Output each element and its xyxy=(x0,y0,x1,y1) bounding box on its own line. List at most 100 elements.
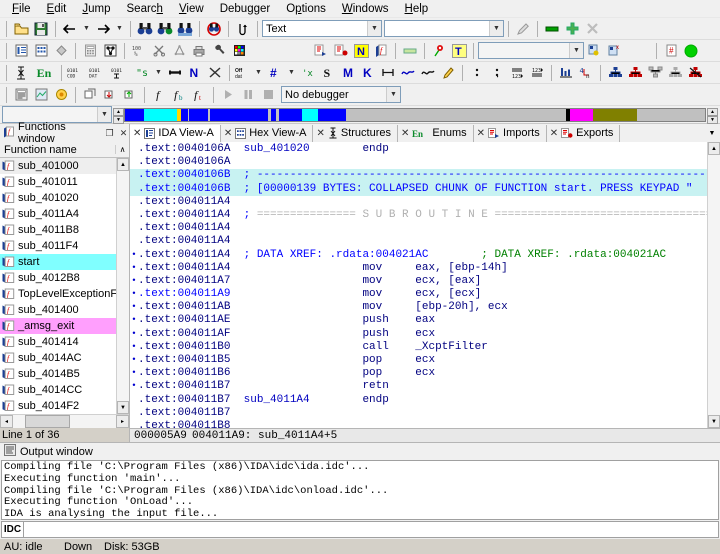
function-list-item[interactable]: f sub_401020 xyxy=(0,190,116,206)
disassembly-line[interactable]: • .text:004011B5 pop ecx xyxy=(130,354,707,367)
text-view-icon[interactable]: T xyxy=(449,41,469,60)
offset-dropdown-icon[interactable]: ▼ xyxy=(252,63,265,82)
disassembly-line[interactable]: • .text:004011A4 ; DATA XREF: .rdata:0040… xyxy=(130,249,707,262)
close-icon[interactable]: ✕ xyxy=(401,128,409,139)
chevron-down-icon[interactable]: ▼ xyxy=(386,87,400,102)
output-log[interactable]: Compiling file 'C:\Program Files (x86)\I… xyxy=(1,460,719,520)
spin-up-icon[interactable]: ▲ xyxy=(113,107,124,116)
sort-indicator-icon[interactable]: ∧ xyxy=(115,145,129,154)
search-binoculars-blue-icon[interactable] xyxy=(135,19,155,38)
step-out-icon[interactable] xyxy=(120,85,140,104)
code-bytes-icon[interactable]: 0101 COD xyxy=(66,63,88,82)
jump-to-icon[interactable] xyxy=(233,19,253,38)
xrefs-tree-gray-icon[interactable] xyxy=(665,63,685,82)
stack-frame-icon[interactable] xyxy=(556,63,576,82)
menu-help[interactable]: Help xyxy=(397,1,437,17)
structure-tower-icon[interactable] xyxy=(11,63,31,82)
menu-options[interactable]: Options xyxy=(278,1,334,17)
signatures-apply-icon[interactable]: x xyxy=(604,41,624,60)
tab-enums[interactable]: ✕ En Enums xyxy=(398,124,474,142)
tab-hex-view-a[interactable]: ✕ Hex View-A xyxy=(221,124,314,142)
language-en-label[interactable]: En xyxy=(31,63,57,82)
disassembly-line[interactable]: • .text:004011A9 mov ecx, [ecx] xyxy=(130,288,707,301)
names-window-icon[interactable]: N xyxy=(351,41,371,60)
navband-segment[interactable] xyxy=(125,108,144,121)
disassembly-line[interactable]: .text:0040106B ; [00000139 BYTES: COLLAP… xyxy=(130,182,707,196)
tab-list-dropdown-icon[interactable]: ▼ xyxy=(704,124,720,142)
struct-bytes-icon[interactable]: 0101 xyxy=(110,63,132,82)
scroll-right-icon[interactable]: ▸ xyxy=(116,415,129,428)
function-list-item[interactable]: f sub_4014B5 xyxy=(0,366,116,382)
sign-wave-icon[interactable] xyxy=(398,63,418,82)
script-file-icon[interactable]: # xyxy=(661,41,681,60)
bitwise-not-icon[interactable] xyxy=(418,63,438,82)
disassembly-view[interactable]: .text:0040106A sub_401020 endp .text:004… xyxy=(130,142,707,428)
call-tree-icon[interactable] xyxy=(169,41,189,60)
debugger-select-combo[interactable]: No debugger ▼ xyxy=(281,86,401,103)
array-icon[interactable] xyxy=(378,63,398,82)
graph-view-icon[interactable] xyxy=(100,41,120,60)
menu-edit[interactable]: Edit xyxy=(39,1,75,17)
tracing-icon[interactable] xyxy=(51,85,71,104)
search-type-combo[interactable]: Text ▼ xyxy=(262,20,382,37)
strings-flower-icon[interactable] xyxy=(429,41,449,60)
disassembly-line[interactable]: .text:004011A4 ; =============== S U B R… xyxy=(130,209,707,222)
search-binoculars-hex-icon[interactable] xyxy=(175,19,195,38)
function-f-icon[interactable]: f xyxy=(149,85,169,104)
tab-imports[interactable]: ✕ Imports xyxy=(474,124,547,142)
stop-icon[interactable] xyxy=(258,85,278,104)
navband-segment[interactable] xyxy=(302,108,318,121)
function-list-item[interactable]: f sub_401000 xyxy=(0,158,116,174)
menu-debugger[interactable]: Debugger xyxy=(212,1,279,17)
functions-window-tab[interactable]: f Functions window ❐ ✕ xyxy=(0,121,130,145)
navband-segment[interactable] xyxy=(593,108,638,121)
calculator-icon[interactable] xyxy=(80,41,100,60)
function-f-teal-icon[interactable]: fb xyxy=(169,85,189,104)
navband-segment[interactable] xyxy=(210,108,268,121)
segments-icon[interactable] xyxy=(400,41,420,60)
structures-toolbar-icon[interactable] xyxy=(51,41,71,60)
disassembly-line[interactable]: .text:0040106B ; -----------------------… xyxy=(130,169,707,183)
navband-segment[interactable] xyxy=(569,108,594,121)
scroll-down-icon[interactable]: ▼ xyxy=(117,401,129,414)
navband-segment[interactable] xyxy=(317,108,347,121)
function-list-item[interactable]: f sub_4014CC xyxy=(0,382,116,398)
chevron-down-icon[interactable]: ▼ xyxy=(97,107,111,122)
wrench-icon[interactable] xyxy=(209,41,229,60)
navband-segment[interactable] xyxy=(346,108,567,121)
close-icon[interactable]: ✕ xyxy=(118,128,129,139)
menu-jump[interactable]: Jump xyxy=(74,1,118,17)
disassembly-line[interactable]: • .text:004011A4 mov eax, [ebp-14h] xyxy=(130,262,707,275)
navband-segment[interactable] xyxy=(637,108,705,121)
navigation-band[interactable] xyxy=(124,107,706,122)
offset-icon[interactable]: Off dat xyxy=(234,63,252,82)
close-icon[interactable]: ✕ xyxy=(477,128,485,139)
scroll-down-icon[interactable]: ▼ xyxy=(708,415,720,428)
edit-pencil-yellow-icon[interactable] xyxy=(438,63,458,82)
disassembly-line[interactable]: .text:004011A4 xyxy=(130,222,707,235)
disassembly-line[interactable]: • .text:004011AF push ecx xyxy=(130,328,707,341)
disassembly-line[interactable]: • .text:004011A7 mov ecx, [eax] xyxy=(130,275,707,288)
navband-zoom-spinner[interactable]: ▲ ▼ xyxy=(113,107,124,124)
function-name-column-header[interactable]: Function name xyxy=(4,144,115,156)
xrefs-tree-crossed-icon[interactable] xyxy=(685,63,705,82)
delete-name-x-icon[interactable] xyxy=(205,63,225,82)
step-into-icon[interactable] xyxy=(100,85,120,104)
maximize-icon[interactable]: ❐ xyxy=(104,128,115,139)
chevron-down-icon[interactable]: ▼ xyxy=(489,21,503,36)
functions-vscrollbar[interactable]: ▲ ▼ xyxy=(116,158,129,414)
run-green-circle-icon[interactable] xyxy=(681,41,701,60)
back-arrow-icon[interactable] xyxy=(60,19,80,38)
forward-arrow-icon[interactable] xyxy=(93,19,113,38)
disassembly-line[interactable]: .text:004011A4 xyxy=(130,196,707,209)
function-list-item[interactable]: f sub_401414 xyxy=(0,334,116,350)
disassembly-line[interactable]: .text:0040106A sub_401020 endp xyxy=(130,143,707,156)
scroll-up-icon[interactable]: ▲ xyxy=(708,142,720,155)
string-literal-icon[interactable]: "s" xyxy=(132,63,152,82)
functions-list[interactable]: f sub_401000 f sub_401011 f sub_401020 f sub_40… xyxy=(0,158,116,414)
data-bytes-icon[interactable]: 0101 DAT xyxy=(88,63,110,82)
functions-list-header[interactable]: Function name ∧ xyxy=(0,142,129,158)
anterior-comment-icon[interactable]: 123 xyxy=(507,63,527,82)
print-icon[interactable] xyxy=(189,41,209,60)
hex-view-toolbar-icon[interactable] xyxy=(31,41,51,60)
